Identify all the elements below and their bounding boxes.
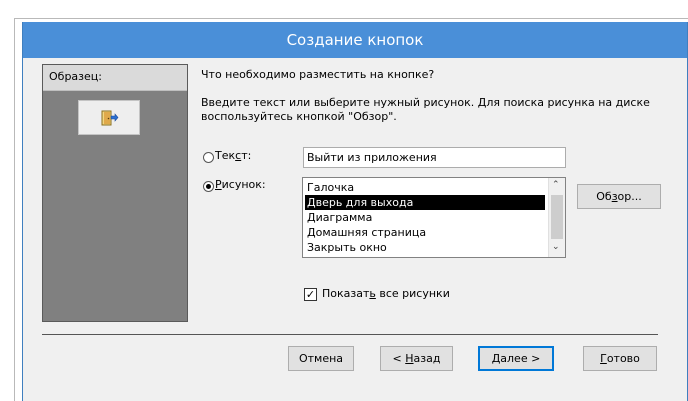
listbox-scrollbar[interactable]: ⌃ ⌄ xyxy=(548,178,565,257)
prompt-question: Что необходимо разместить на кнопке? xyxy=(201,68,435,81)
background-frame-top xyxy=(14,18,688,19)
list-item[interactable]: Галочка xyxy=(305,180,545,195)
exit-door-icon xyxy=(101,110,119,126)
text-radio[interactable] xyxy=(203,152,214,163)
dialog-title: Создание кнопок xyxy=(23,22,687,58)
text-radio-label[interactable]: Текст: xyxy=(215,149,251,162)
scroll-down-icon[interactable]: ⌄ xyxy=(552,242,560,252)
scrollbar-thumb[interactable] xyxy=(551,195,563,239)
sample-preview-button xyxy=(78,100,140,135)
picture-listbox[interactable]: Галочка Дверь для выхода Диаграмма Домаш… xyxy=(302,177,566,258)
show-all-label[interactable]: Показать все рисунки xyxy=(322,287,450,300)
picture-radio-label[interactable]: Рисунок: xyxy=(215,178,266,191)
list-item[interactable]: Закрыть окно xyxy=(305,240,545,255)
prompt-instruction-line1: Введите текст или выберите нужный рисуно… xyxy=(201,96,650,109)
browse-button[interactable]: Обзор... xyxy=(577,184,661,209)
back-button[interactable]: < Назад xyxy=(380,346,453,371)
sample-label: Образец: xyxy=(43,65,187,91)
button-text-input[interactable]: Выйти из приложения xyxy=(303,147,566,168)
footer-separator xyxy=(42,334,658,335)
next-button[interactable]: Далее > xyxy=(478,346,554,371)
finish-button[interactable]: Готово xyxy=(583,346,657,371)
command-button-wizard-dialog: Создание кнопок Образец: Что необходимо … xyxy=(22,22,688,401)
sample-preview-panel: Образец: xyxy=(42,64,188,322)
show-all-checkbox[interactable]: ✓ xyxy=(304,288,317,301)
prompt-instruction-line2: воспользуйтесь кнопкой "Обзор". xyxy=(201,110,397,123)
list-item[interactable]: Диаграмма xyxy=(305,210,545,225)
list-item-selected[interactable]: Дверь для выхода xyxy=(305,195,545,210)
scroll-up-icon[interactable]: ⌃ xyxy=(552,180,560,190)
cancel-button[interactable]: Отмена xyxy=(288,346,354,371)
background-frame-left xyxy=(14,18,15,401)
list-item[interactable]: Домашняя страница xyxy=(305,225,545,240)
picture-radio[interactable] xyxy=(203,181,214,192)
